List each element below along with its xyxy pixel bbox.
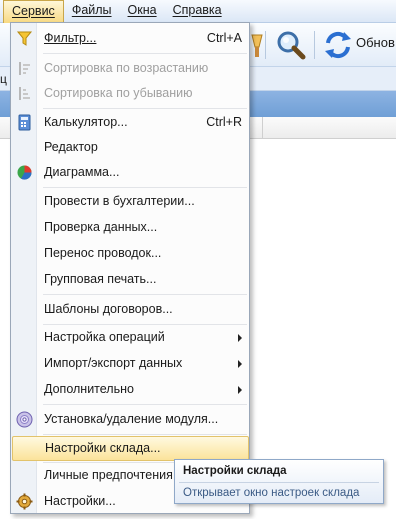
menu-item-group-print[interactable]: Групповая печать... xyxy=(12,267,249,292)
menu-item-label: Шаблоны договоров... xyxy=(44,302,173,316)
refresh-icon[interactable] xyxy=(320,27,356,63)
menu-item-label: Групповая печать... xyxy=(44,272,157,286)
refresh-button-label[interactable]: Обнов xyxy=(356,35,395,50)
menu-separator xyxy=(43,108,247,109)
menu-windows[interactable]: Окна xyxy=(120,0,165,23)
menu-item-label: Фильтр... xyxy=(44,31,97,45)
menu-item-shortcut: Ctrl+R xyxy=(206,115,242,129)
tooltip-divider xyxy=(179,482,379,483)
menu-item-label: Импорт/экспорт данных xyxy=(44,356,183,370)
menu-bar: Сервис Файлы Окна Справка xyxy=(0,0,396,23)
menu-item-label: Сортировка по убыванию xyxy=(44,86,193,100)
gear-icon xyxy=(16,493,33,510)
menu-item-label: Настройки... xyxy=(44,494,116,508)
menu-item-sort-descending: Сортировка по убыванию xyxy=(12,81,249,106)
menu-item-label: Сортировка по возрастанию xyxy=(44,61,209,75)
menu-item-label: Дополнительно xyxy=(44,382,134,396)
menu-item-transfer-entries[interactable]: Перенос проводок... xyxy=(12,241,249,266)
tooltip-description: Открывает окно настроек склада xyxy=(183,487,360,499)
menu-item-label: Проверка данных... xyxy=(44,220,158,234)
menu-item-label: Редактор xyxy=(44,140,98,154)
menu-item-warehouse-settings[interactable]: Настройки склада... xyxy=(12,436,249,461)
filter-icon xyxy=(16,30,33,47)
tooltip: Настройки склада Открывает окно настроек… xyxy=(174,459,384,504)
menu-files[interactable]: Файлы xyxy=(64,0,120,23)
menu-separator xyxy=(43,404,247,405)
menu-item-label: Настройки склада... xyxy=(45,441,161,455)
toolbar-separator xyxy=(265,31,266,59)
menu-item-label: Перенос проводок... xyxy=(44,246,162,260)
menu-item-import-export[interactable]: Импорт/экспорт данных xyxy=(12,351,249,376)
disc-icon xyxy=(16,411,33,428)
menu-item-label: Диаграмма... xyxy=(44,165,120,179)
menu-item-label: Личные предпочтения xyxy=(44,468,173,482)
menu-separator xyxy=(43,434,247,435)
menu-item-chart[interactable]: Диаграмма... xyxy=(12,160,249,185)
sort-descending-icon xyxy=(16,85,33,102)
search-icon[interactable] xyxy=(272,27,308,63)
menu-help[interactable]: Справка xyxy=(165,0,230,23)
sort-ascending-icon xyxy=(16,60,33,77)
menu-item-sort-ascending: Сортировка по возрастанию xyxy=(12,56,249,81)
menu-item-label: Провести в бухгалтерии... xyxy=(44,194,195,208)
submenu-arrow-icon xyxy=(238,360,242,368)
menu-separator xyxy=(43,294,247,295)
toolbar-separator xyxy=(314,31,315,59)
menu-item-label: Калькулятор... xyxy=(44,115,128,129)
menu-item-install-module[interactable]: Установка/удаление модуля... xyxy=(12,407,249,432)
menu-item-calculator[interactable]: Калькулятор... Ctrl+R xyxy=(12,110,249,135)
menu-item-operations-setup[interactable]: Настройка операций xyxy=(12,325,249,350)
menu-service[interactable]: Сервис xyxy=(3,0,64,23)
submenu-arrow-icon xyxy=(238,386,242,394)
menu-item-label: Настройка операций xyxy=(44,330,165,344)
menu-item-shortcut: Ctrl+A xyxy=(206,31,242,45)
menu-separator xyxy=(43,187,247,188)
service-dropdown-menu: Фильтр... Ctrl+A Сортировка по возрастан… xyxy=(10,22,250,514)
pie-chart-icon xyxy=(16,164,33,181)
menu-separator xyxy=(43,53,247,54)
menu-item-data-check[interactable]: Проверка данных... xyxy=(12,215,249,240)
menu-item-filter[interactable]: Фильтр... Ctrl+A xyxy=(12,26,249,51)
side-label: ц xyxy=(0,72,7,86)
menu-item-additional[interactable]: Дополнительно xyxy=(12,377,249,402)
menu-item-label: Установка/удаление модуля... xyxy=(44,412,219,426)
menu-item-editor[interactable]: Редактор xyxy=(12,135,249,160)
menu-item-contract-templates[interactable]: Шаблоны договоров... xyxy=(12,297,249,322)
grid-column-divider xyxy=(262,117,263,139)
submenu-arrow-icon xyxy=(238,334,242,342)
calculator-icon xyxy=(16,114,33,131)
menu-item-post-accounting[interactable]: Провести в бухгалтерии... xyxy=(12,189,249,214)
tooltip-title: Настройки склада xyxy=(183,465,287,477)
